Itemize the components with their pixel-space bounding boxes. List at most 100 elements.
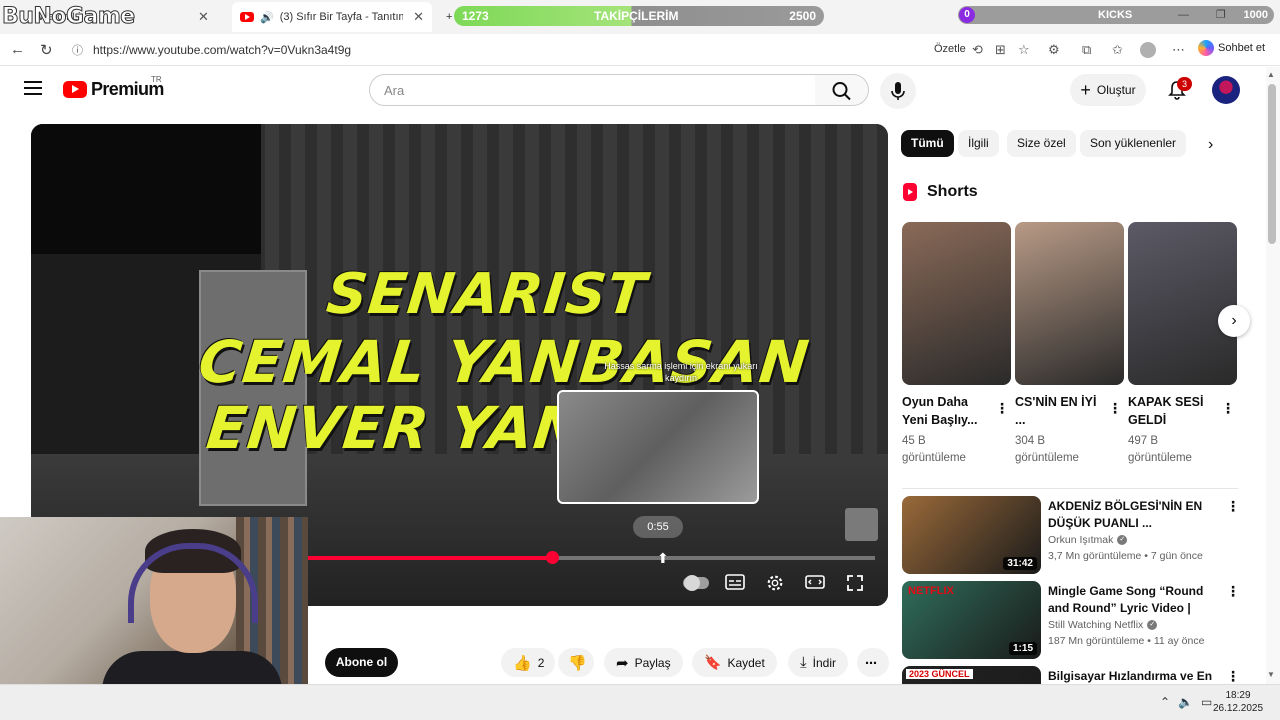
browser-tab-active[interactable]: 🔊 (3) Sıfır Bir Tayfa - Tanıtım - Yo ✕ [232,2,432,32]
chip-for-you[interactable]: Size özel [1007,130,1076,157]
network-icon[interactable]: ▭ [1201,695,1212,709]
more-vertical-icon[interactable]: ⋮ [1108,400,1122,417]
system-clock[interactable]: 18:29 26.12.2025 [1212,689,1264,715]
save-button[interactable]: 🔖 Kaydet [692,648,777,677]
video-title[interactable]: Mingle Game Song “Round and Round” Lyric… [1048,583,1223,617]
close-tab-icon[interactable]: ✕ [198,9,209,25]
back-icon[interactable]: ← [10,41,25,58]
more-menu-icon[interactable]: ⋯ [1172,42,1185,58]
chevron-right-icon[interactable]: › [1208,136,1213,154]
minimize-icon[interactable]: — [1178,9,1189,21]
chip-recent[interactable]: Son yüklenenler [1080,130,1187,157]
autoplay-toggle[interactable] [683,575,709,591]
dislike-button[interactable]: 👎 [558,648,594,677]
subscribe-button[interactable]: Abone ol [325,648,398,677]
scrollbar-thumb[interactable] [1268,84,1276,244]
channel-name[interactable]: Still Watching Netflix ✓ [1048,619,1158,631]
more-vertical-icon[interactable]: ⋮ [1226,668,1240,684]
video-duration: 1:15 [1008,642,1037,655]
voice-search-button[interactable] [880,73,916,109]
end-screen-thumbnail[interactable] [845,508,878,541]
follower-goal: 2500 [789,9,816,23]
progress-played [308,556,552,560]
reader-summary-button[interactable]: Özetle [934,43,966,55]
address-bar[interactable]: ⓘ https://www.youtube.com/watch?v=0Vukn3… [62,38,1002,62]
subtitles-icon[interactable] [724,574,746,592]
video-thumbnail[interactable]: 31:42 [902,496,1041,574]
search-button[interactable] [815,74,869,106]
more-vertical-icon[interactable]: ⋮ [1221,400,1235,417]
account-avatar[interactable] [1212,76,1240,104]
short-title[interactable]: KAPAK SESİ GELDİ [1128,393,1216,429]
chip-related[interactable]: İlgili [958,130,999,157]
recommended-video[interactable]: NETFLIX 1:15 Mingle Game Song “Round and… [902,581,1242,661]
search-input[interactable]: Ara [369,74,816,106]
video-title[interactable]: AKDENİZ BÖLGESİ'NİN EN DÜŞÜK PUANLI ... [1048,498,1223,532]
short-card[interactable]: CS'NİN EN İYİ ... 304 B görüntüleme ⋮ [1015,222,1124,467]
share-label: Paylaş [634,655,671,670]
youtube-logo-icon [63,81,87,98]
progress-bar[interactable] [308,551,875,564]
scroll-up-arrow-icon[interactable]: ▲ [1267,70,1275,79]
favorite-star-icon[interactable]: ☆ [1018,42,1030,58]
windows-taskbar: ⌃ 🔈 ▭ 18:29 26.12.2025 [0,684,1280,720]
fullscreen-icon[interactable] [844,574,866,592]
like-button[interactable]: 👍 2 [501,648,555,677]
video-thumbnail[interactable]: 2023 GÜNCEL [902,666,1041,684]
volume-icon[interactable]: 🔈 [1178,695,1193,709]
more-actions-button[interactable]: ⋯ [857,648,889,677]
tray-expand-icon[interactable]: ⌃ [1160,695,1170,709]
bookmark-icon: 🔖 [704,654,722,670]
site-info-icon[interactable]: ⓘ [72,42,83,58]
seek-preview-thumbnail [557,390,759,504]
short-title[interactable]: CS'NİN EN İYİ ... [1015,393,1103,429]
video-title[interactable]: Bilgisayar Hızlandırma ve En İyi [1048,668,1223,684]
favorites-icon[interactable]: ✩ [1112,42,1123,58]
youtube-favicon-icon [240,12,254,22]
profile-icon[interactable] [1140,42,1156,58]
plus-icon: + [1080,80,1091,100]
more-vertical-icon[interactable]: ⋮ [1226,498,1240,515]
recommended-video[interactable]: 31:42 AKDENİZ BÖLGESİ'NİN EN DÜŞÜK PUANL… [902,496,1242,576]
kicks-label: KICKS [1098,9,1133,21]
settings-gear-icon[interactable] [764,574,786,592]
kicks-goal: 1000 [1243,9,1268,21]
shorts-next-button[interactable]: › [1218,305,1250,337]
recommended-video[interactable]: 2023 GÜNCEL Bilgisayar Hızlandırma ve En… [902,666,1242,684]
close-tab-icon[interactable]: ✕ [413,9,424,25]
more-vertical-icon[interactable]: ⋮ [1226,583,1240,600]
credit-line: SENARIST [323,262,650,327]
more-horizontal-icon: ⋯ [865,655,877,670]
download-button[interactable]: ⤓ İndir [788,648,848,677]
chip-all[interactable]: Tümü [901,130,954,157]
create-button[interactable]: + Oluştur [1070,74,1146,106]
video-thumbnail[interactable]: NETFLIX 1:15 [902,581,1041,659]
more-vertical-icon[interactable]: ⋮ [995,400,1009,417]
translate-icon[interactable]: ⟲ [972,42,983,58]
apps-icon[interactable]: ⊞ [995,42,1006,58]
menu-icon[interactable] [24,81,42,95]
plus-icon: + [446,11,453,23]
copilot-button[interactable]: Sohbet et [1198,40,1265,56]
speaker-icon[interactable]: 🔊 [260,11,274,24]
channel-name[interactable]: Orkun Işıtmak ✓ [1048,534,1128,546]
reload-icon[interactable]: ↻ [40,41,53,59]
short-card[interactable]: KAPAK SESİ GELDİ 497 B görüntüleme ⋮ [1128,222,1237,467]
short-thumbnail[interactable] [902,222,1011,385]
short-thumbnail[interactable] [1015,222,1124,385]
maximize-icon[interactable]: ❐ [1216,8,1226,21]
cursor-pointer-icon: ⬆ [657,550,669,566]
split-screen-icon[interactable]: ⧉ [1082,42,1091,58]
extensions-icon[interactable]: ⚙ [1048,42,1060,58]
verified-check-icon: ✓ [1147,620,1158,630]
short-card[interactable]: Oyun Daha Yeni Başlıy... 45 B görüntülem… [902,222,1011,467]
progress-scrubber-handle[interactable] [545,551,559,564]
short-thumbnail[interactable] [1128,222,1237,385]
channel-label: Orkun Işıtmak [1048,534,1114,546]
scroll-down-arrow-icon[interactable]: ▼ [1267,670,1275,679]
like-count: 2 [537,655,545,670]
short-title[interactable]: Oyun Daha Yeni Başlıy... [902,393,990,429]
theater-mode-icon[interactable] [804,574,826,592]
share-button[interactable]: ➦ Paylaş [604,648,683,677]
youtube-premium-logo[interactable]: Premium TR [63,75,164,100]
